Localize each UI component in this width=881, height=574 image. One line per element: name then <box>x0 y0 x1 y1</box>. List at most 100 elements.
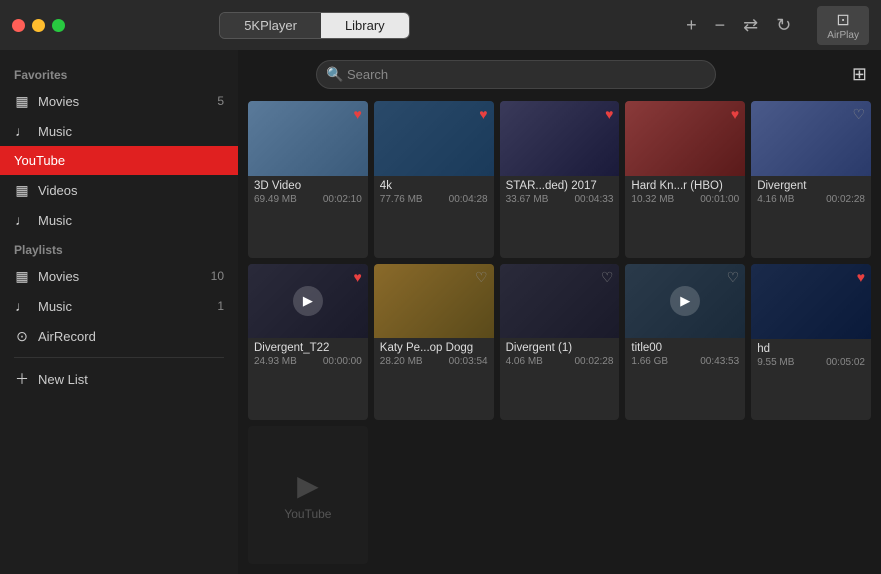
video-card-v9[interactable]: ♡ ▶ title00 1.66 GB 00:43:53 <box>625 264 745 421</box>
video-thumbnail: ♥ <box>500 101 620 176</box>
maximize-button[interactable] <box>52 19 65 32</box>
video-duration: 00:00:00 <box>323 356 362 367</box>
video-duration: 00:01:00 <box>700 194 739 205</box>
sidebar-item-pl-movies[interactable]: ▦ Movies 10 <box>0 261 238 291</box>
pl-music-count: 1 <box>217 299 224 313</box>
fav-movies-label: Movies <box>38 94 209 109</box>
titlebar-actions: + − ⇄ ↻ ⊡ AirPlay <box>686 6 869 45</box>
search-input[interactable] <box>316 60 716 89</box>
heart-icon[interactable]: ♥ <box>353 106 361 122</box>
heart-icon[interactable]: ♥ <box>353 269 361 285</box>
yt-videos-label: Videos <box>38 183 224 198</box>
video-info: Katy Pe...op Dogg 28.20 MB 00:03:54 <box>374 338 494 372</box>
video-size: 1.66 GB <box>631 356 668 367</box>
minimize-button[interactable] <box>32 19 45 32</box>
sidebar-item-yt-music[interactable]: ♩ Music <box>0 205 238 235</box>
refresh-icon[interactable]: ↻ <box>776 15 791 36</box>
heart-icon[interactable]: ♥ <box>479 106 487 122</box>
video-thumbnail: ♡ <box>374 264 494 339</box>
video-meta: 33.67 MB 00:04:33 <box>506 194 614 205</box>
video-card-v5[interactable]: ♡ Divergent 4.16 MB 00:02:28 <box>751 101 871 258</box>
video-duration: 00:02:10 <box>323 194 362 205</box>
video-card-v10[interactable]: ♥ hd 9.55 MB 00:05:02 <box>751 264 871 421</box>
video-info: Hard Kn...r (HBO) 10.32 MB 00:01:00 <box>625 176 745 210</box>
video-thumbnail: ♥ ▶ <box>248 264 368 339</box>
window-controls <box>12 19 65 32</box>
video-card-v7[interactable]: ♡ Katy Pe...op Dogg 28.20 MB 00:03:54 <box>374 264 494 421</box>
video-thumbnail: ♡ <box>751 101 871 176</box>
grid-view-button[interactable]: ⊞ <box>852 64 867 85</box>
pl-music-icon: ♩ <box>14 298 30 314</box>
youtube-label: YouTube <box>14 153 224 168</box>
playlists-section-title: Playlists <box>0 235 238 261</box>
video-info: hd 9.55 MB 00:05:02 <box>751 339 871 373</box>
video-size: 9.55 MB <box>757 357 794 368</box>
video-info: 4k 77.76 MB 00:04:28 <box>374 176 494 210</box>
heart-icon[interactable]: ♡ <box>601 269 614 286</box>
video-meta: 77.76 MB 00:04:28 <box>380 194 488 205</box>
placeholder-youtube-label: YouTube <box>284 507 331 521</box>
tab-group: 5KPlayer Library <box>219 12 410 39</box>
heart-icon[interactable]: ♡ <box>727 269 740 286</box>
airrecord-label: AirRecord <box>38 329 224 344</box>
play-icon: ▶ <box>670 286 700 316</box>
video-title: Hard Kn...r (HBO) <box>631 180 739 192</box>
video-duration: 00:02:28 <box>826 194 865 205</box>
video-card-v3[interactable]: ♥ STAR...ded) 2017 33.67 MB 00:04:33 <box>500 101 620 258</box>
video-duration: 00:04:28 <box>449 194 488 205</box>
sidebar-item-pl-music[interactable]: ♩ Music 1 <box>0 291 238 321</box>
heart-icon[interactable]: ♡ <box>852 106 865 123</box>
video-card-v1[interactable]: ♥ 3D Video 69.49 MB 00:02:10 <box>248 101 368 258</box>
new-list-label: New List <box>38 372 224 387</box>
play-icon: ▶ <box>293 286 323 316</box>
sidebar-item-yt-videos[interactable]: ▦ Videos <box>0 175 238 205</box>
video-meta: 9.55 MB 00:05:02 <box>757 357 865 368</box>
airrecord-icon: ⊙ <box>14 328 30 344</box>
video-size: 69.49 MB <box>254 194 297 205</box>
sidebar-item-youtube[interactable]: YouTube <box>0 146 238 175</box>
yt-music-icon: ♩ <box>14 212 30 228</box>
sidebar-item-new-list[interactable]: ＋ New List <box>0 364 238 394</box>
video-size: 4.06 MB <box>506 356 543 367</box>
sidebar-item-fav-music[interactable]: ♩ Music <box>0 116 238 146</box>
pl-movies-label: Movies <box>38 269 203 284</box>
airplay-button[interactable]: ⊡ AirPlay <box>817 6 869 45</box>
heart-icon[interactable]: ♥ <box>605 106 613 122</box>
yt-videos-icon: ▦ <box>14 182 30 198</box>
video-title: Divergent_T22 <box>254 342 362 354</box>
add-icon[interactable]: + <box>686 15 697 36</box>
heart-icon[interactable]: ♥ <box>731 106 739 122</box>
video-card-v8[interactable]: ♡ Divergent (1) 4.06 MB 00:02:28 <box>500 264 620 421</box>
minus-icon[interactable]: − <box>715 15 726 36</box>
video-size: 77.76 MB <box>380 194 423 205</box>
airplay-icon: ⊡ <box>836 10 849 30</box>
video-card-v4[interactable]: ♥ Hard Kn...r (HBO) 10.32 MB 00:01:00 <box>625 101 745 258</box>
shuffle-icon[interactable]: ⇄ <box>743 15 758 36</box>
video-thumbnail: ♡ <box>500 264 620 339</box>
video-card-v2[interactable]: ♥ 4k 77.76 MB 00:04:28 <box>374 101 494 258</box>
heart-icon[interactable]: ♥ <box>857 269 865 285</box>
video-thumbnail: ♥ <box>751 264 871 339</box>
video-card-v6[interactable]: ♥ ▶ Divergent_T22 24.93 MB 00:00:00 <box>248 264 368 421</box>
tab-library[interactable]: Library <box>321 13 409 38</box>
video-title: Katy Pe...op Dogg <box>380 342 488 354</box>
fav-music-label: Music <box>38 124 224 139</box>
sidebar-divider <box>14 357 224 358</box>
airplay-label: AirPlay <box>827 30 859 41</box>
video-meta: 4.06 MB 00:02:28 <box>506 356 614 367</box>
sidebar-item-airrecord[interactable]: ⊙ AirRecord <box>0 321 238 351</box>
pl-movies-count: 10 <box>211 269 224 283</box>
search-icon: 🔍 <box>326 66 343 83</box>
video-title: hd <box>757 343 865 355</box>
video-duration: 00:05:02 <box>826 357 865 368</box>
search-container: 🔍 <box>316 60 716 89</box>
sidebar-item-fav-movies[interactable]: ▦ Movies 5 <box>0 86 238 116</box>
video-info: title00 1.66 GB 00:43:53 <box>625 338 745 372</box>
heart-icon[interactable]: ♡ <box>475 269 488 286</box>
search-bar-row: 🔍 ⊞ <box>238 50 881 97</box>
close-button[interactable] <box>12 19 25 32</box>
video-title: title00 <box>631 342 739 354</box>
music-icon: ♩ <box>14 123 30 139</box>
youtube-placeholder: ▶ YouTube <box>248 426 368 564</box>
tab-5kplayer[interactable]: 5KPlayer <box>220 13 321 38</box>
